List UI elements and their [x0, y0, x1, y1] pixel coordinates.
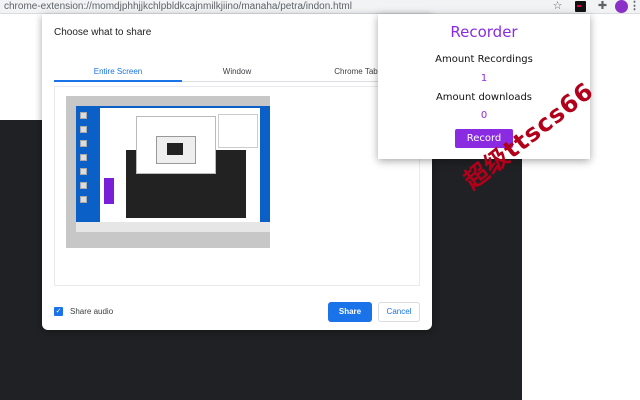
amount-recordings-value: 1	[480, 73, 488, 84]
desktop-icon	[80, 112, 87, 119]
thumbnail-desktop	[76, 106, 270, 232]
desktop-icon	[80, 168, 87, 175]
desktop-icon	[80, 154, 87, 161]
share-audio-checkbox[interactable]: ✓	[54, 307, 63, 316]
address-bar[interactable]: chrome-extension://momdjphhjjkchlpbldkca…	[4, 1, 352, 12]
screen-preview-area	[54, 86, 420, 286]
thumbnail-nested-preview	[156, 136, 196, 164]
bookmark-star-icon[interactable]: ☆	[551, 0, 564, 13]
recorder-title: Recorder	[450, 23, 518, 41]
tab-entire-screen[interactable]: Entire Screen	[54, 66, 182, 82]
profile-avatar[interactable]	[615, 0, 628, 13]
share-audio-label: Share audio	[70, 307, 114, 316]
thumbnail-purple-bar	[104, 178, 114, 204]
screen-thumbnail[interactable]	[66, 96, 270, 248]
extension-icon[interactable]	[575, 1, 586, 12]
extensions-puzzle-icon[interactable]: ✚	[596, 0, 609, 13]
desktop-icon	[80, 182, 87, 189]
screen-share-dialog: Choose what to share Entire Screen Windo…	[42, 14, 432, 330]
desktop-icon	[80, 126, 87, 133]
tab-window[interactable]: Window	[182, 66, 292, 82]
thumbnail-recorder-popup	[218, 114, 258, 148]
dialog-title: Choose what to share	[54, 27, 152, 38]
cancel-button[interactable]: Cancel	[378, 302, 420, 322]
thumbnail-taskbar	[76, 222, 270, 232]
amount-recordings-label: Amount Recordings	[435, 54, 533, 65]
share-button[interactable]: Share	[328, 302, 372, 322]
desktop-icon	[80, 196, 87, 203]
browser-menu-icon[interactable]: ⋮	[628, 0, 640, 13]
desktop-icon	[80, 140, 87, 147]
browser-toolbar: chrome-extension://momdjphhjjkchlpbldkca…	[0, 0, 640, 14]
share-tabs: Entire Screen Window Chrome Tab	[54, 66, 420, 82]
